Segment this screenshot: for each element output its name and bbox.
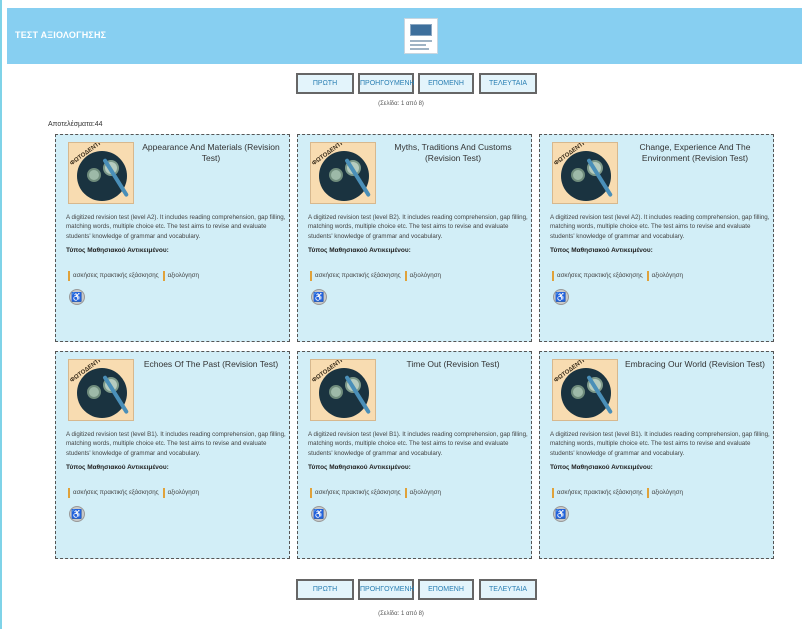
site-header: ΤΕΣΤ ΑΞΙΟΛΟΓΗΣΗΣ [7, 8, 802, 64]
card-title[interactable]: Change, Experience And The Environment (… [620, 142, 770, 164]
card-type-label: Τύπος Μαθησιακού Αντικειμένου: [308, 464, 411, 471]
card-tags: ασκήσεις πρακτικής εξάσκησης αξιολόγηση [68, 271, 203, 281]
result-card[interactable]: ΦΩΤΟΔΕΝΤΡΟEchoes Of The Past (Revision T… [55, 351, 290, 559]
site-logo-icon[interactable] [404, 18, 438, 54]
card-thumbnail[interactable]: ΦΩΤΟΔΕΝΤΡΟ [552, 142, 618, 204]
card-thumbnail[interactable]: ΦΩΤΟΔΕΝΤΡΟ [552, 359, 618, 421]
card-description: A digitized revision test (level B2). It… [308, 214, 528, 240]
tag-assessment[interactable]: αξιολόγηση [404, 271, 441, 281]
card-tags: ασκήσεις πρακτικής εξάσκησης αξιολόγηση [552, 488, 687, 498]
card-description: A digitized revision test (level B1). It… [550, 431, 770, 457]
result-card[interactable]: ΦΩΤΟΔΕΝΤΡΟChange, Experience And The Env… [539, 134, 774, 342]
card-type-label: Τύπος Μαθησιακού Αντικειμένου: [308, 247, 411, 254]
card-type-label: Τύπος Μαθησιακού Αντικειμένου: [66, 247, 169, 254]
card-description: A digitized revision test (level B1). It… [66, 431, 286, 457]
page-info-bottom: (Σελίδα: 1 από 8) [378, 611, 424, 617]
card-tags: ασκήσεις πρακτικής εξάσκησης αξιολόγηση [68, 488, 203, 498]
tag-assessment[interactable]: αξιολόγηση [646, 271, 683, 281]
site-title[interactable]: ΤΕΣΤ ΑΞΙΟΛΟΓΗΣΗΣ [15, 30, 106, 40]
card-thumbnail[interactable]: ΦΩΤΟΔΕΝΤΡΟ [68, 142, 134, 204]
results-count: Αποτελέσματα:44 [48, 121, 103, 128]
tag-assessment[interactable]: αξιολόγηση [646, 488, 683, 498]
result-card[interactable]: ΦΩΤΟΔΕΝΤΡΟEmbracing Our World (Revision … [539, 351, 774, 559]
card-thumbnail[interactable]: ΦΩΤΟΔΕΝΤΡΟ [310, 142, 376, 204]
pager-top: ΠΡΩΤΗ ΠΡΟΗΓΟΥΜΕΝΗ ΕΠΟΜΕΝΗ ΤΕΛΕΥΤΑΙΑ [0, 73, 802, 95]
tag-practice[interactable]: ασκήσεις πρακτικής εξάσκησης [68, 271, 159, 281]
card-tags: ασκήσεις πρακτικής εξάσκησης αξιολόγηση [310, 488, 445, 498]
accessibility-icon: ♿ [553, 506, 569, 522]
first-page-button[interactable]: ΠΡΩΤΗ [296, 579, 354, 600]
card-type-label: Τύπος Μαθησιακού Αντικειμένου: [550, 247, 653, 254]
result-card[interactable]: ΦΩΤΟΔΕΝΤΡΟMyths, Traditions And Customs … [297, 134, 532, 342]
card-title[interactable]: Appearance And Materials (Revision Test) [136, 142, 286, 164]
result-card[interactable]: ΦΩΤΟΔΕΝΤΡΟAppearance And Materials (Revi… [55, 134, 290, 342]
card-type-label: Τύπος Μαθησιακού Αντικειμένου: [66, 464, 169, 471]
lab-logo-icon [319, 368, 372, 418]
accessibility-icon: ♿ [553, 289, 569, 305]
next-page-button[interactable]: ΕΠΟΜΕΝΗ [418, 579, 474, 600]
card-title[interactable]: Embracing Our World (Revision Test) [620, 359, 770, 370]
card-title[interactable]: Myths, Traditions And Customs (Revision … [378, 142, 528, 164]
last-page-button[interactable]: ΤΕΛΕΥΤΑΙΑ [479, 73, 537, 94]
accessibility-icon: ♿ [69, 289, 85, 305]
tag-assessment[interactable]: αξιολόγηση [162, 271, 199, 281]
previous-page-button[interactable]: ΠΡΟΗΓΟΥΜΕΝΗ [358, 73, 415, 94]
tag-practice[interactable]: ασκήσεις πρακτικής εξάσκησης [310, 271, 401, 281]
first-page-button[interactable]: ΠΡΩΤΗ [296, 73, 354, 94]
accessibility-icon: ♿ [311, 506, 327, 522]
card-description: A digitized revision test (level B1). It… [308, 431, 528, 457]
last-page-button[interactable]: ΤΕΛΕΥΤΑΙΑ [479, 579, 537, 600]
tag-assessment[interactable]: αξιολόγηση [404, 488, 441, 498]
tag-practice[interactable]: ασκήσεις πρακτικής εξάσκησης [552, 271, 643, 281]
tag-practice[interactable]: ασκήσεις πρακτικής εξάσκησης [310, 488, 401, 498]
card-tags: ασκήσεις πρακτικής εξάσκησης αξιολόγηση [552, 271, 687, 281]
lab-logo-icon [561, 151, 614, 201]
lab-logo-icon [319, 151, 372, 201]
card-tags: ασκήσεις πρακτικής εξάσκησης αξιολόγηση [310, 271, 445, 281]
pager-bottom: ΠΡΩΤΗ ΠΡΟΗΓΟΥΜΕΝΗ ΕΠΟΜΕΝΗ ΤΕΛΕΥΤΑΙΑ [0, 579, 802, 601]
accessibility-icon: ♿ [69, 506, 85, 522]
next-page-button[interactable]: ΕΠΟΜΕΝΗ [418, 73, 474, 94]
tag-practice[interactable]: ασκήσεις πρακτικής εξάσκησης [552, 488, 643, 498]
card-thumbnail[interactable]: ΦΩΤΟΔΕΝΤΡΟ [310, 359, 376, 421]
lab-logo-icon [77, 368, 130, 418]
result-card[interactable]: ΦΩΤΟΔΕΝΤΡΟTime Out (Revision Test) A digi… [297, 351, 532, 559]
card-title[interactable]: Time Out (Revision Test) [378, 359, 528, 370]
card-title[interactable]: Echoes Of The Past (Revision Test) [136, 359, 286, 370]
card-thumbnail[interactable]: ΦΩΤΟΔΕΝΤΡΟ [68, 359, 134, 421]
card-type-label: Τύπος Μαθησιακού Αντικειμένου: [550, 464, 653, 471]
page-info-top: (Σελίδα: 1 από 8) [378, 101, 424, 107]
lab-logo-icon [77, 151, 130, 201]
previous-page-button[interactable]: ΠΡΟΗΓΟΥΜΕΝΗ [358, 579, 415, 600]
card-description: A digitized revision test (level A2). It… [66, 214, 286, 240]
tag-assessment[interactable]: αξιολόγηση [162, 488, 199, 498]
card-description: A digitized revision test (level A2). It… [550, 214, 770, 240]
lab-logo-icon [561, 368, 614, 418]
accessibility-icon: ♿ [311, 289, 327, 305]
tag-practice[interactable]: ασκήσεις πρακτικής εξάσκησης [68, 488, 159, 498]
